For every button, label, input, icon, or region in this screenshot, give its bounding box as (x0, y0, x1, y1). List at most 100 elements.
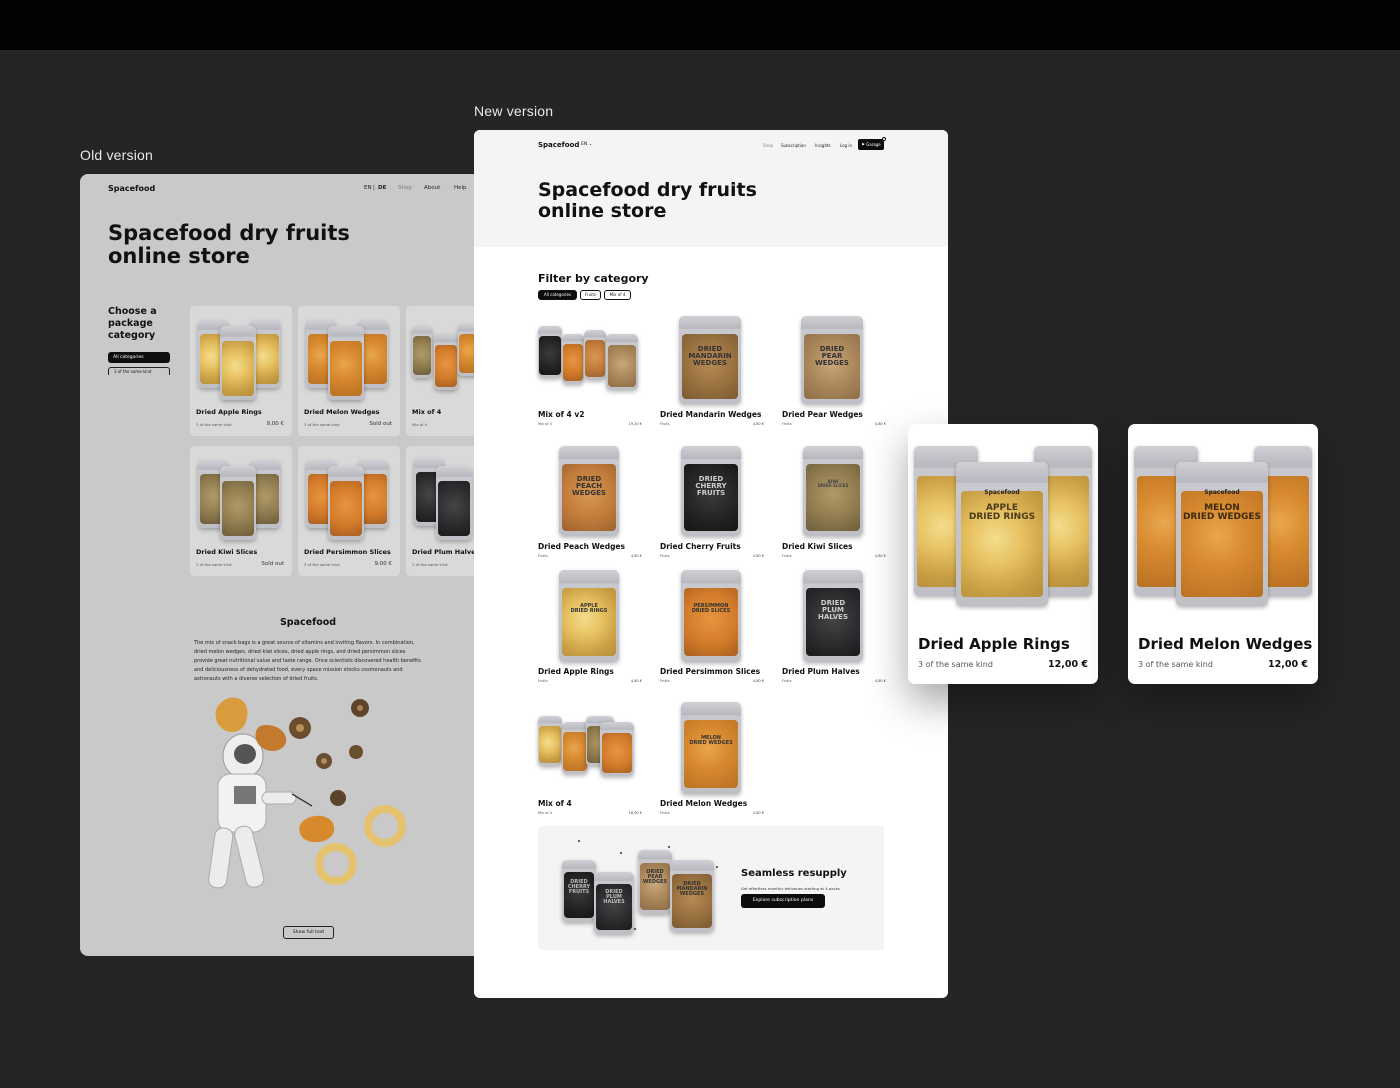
new-brand-logo[interactable]: Spacefood (538, 141, 579, 149)
new-lang-select[interactable]: EN ⌄ (581, 142, 592, 147)
new-nav-subscription[interactable]: Subscription (781, 143, 806, 148)
product-bag-image: DRIED PLUM HALVES (594, 872, 634, 934)
old-choose-category: Choose a package category (108, 306, 157, 341)
new-product-price: 4,80 € (874, 554, 886, 558)
flag-icon: ⚑ (861, 142, 865, 147)
product-bag-image (328, 326, 364, 400)
new-product-name: Dried Persimmon Slices (660, 667, 761, 676)
old-product-sub: 3 of the same kind (304, 422, 340, 427)
product-bag-image: DRIED PEAR WEDGES (638, 850, 672, 914)
star-icon (716, 866, 718, 868)
old-lang-en[interactable]: EN (364, 185, 372, 191)
explore-subscription-button[interactable]: Explore subscription plans (741, 894, 825, 908)
new-product-card[interactable]: DRIED CHERRY FRUITS Dried Cherry Fruits … (660, 446, 764, 558)
bag-label: PERSIMMON DRIED SLICES (691, 603, 731, 614)
product-bag-image: DRIED CHERRY FRUITS (562, 860, 596, 922)
old-product-card[interactable]: Mix of 4 Mix of 4 (406, 306, 474, 436)
new-product-name: Dried Melon Wedges (660, 799, 748, 808)
old-product-card[interactable]: Dried Apple Rings 3 of the same kind 9,0… (190, 306, 292, 436)
new-product-price: 4,80 € (752, 811, 764, 815)
featured-product-name: Dried Melon Wedges (1138, 635, 1313, 653)
caption-old-version: Old version (80, 147, 154, 163)
top-black-bar (0, 0, 1400, 50)
bag-label: APPLE DRIED RINGS (968, 503, 1036, 522)
old-product-price: 9,00 € (374, 561, 393, 567)
old-product-sub: 3 of the same kind (304, 562, 340, 567)
product-bag-image (600, 722, 634, 776)
new-product-sub: Fruits (782, 422, 792, 426)
new-filter-mix[interactable]: Mix of 4 (604, 290, 631, 300)
resupply-title: Seamless resupply (741, 868, 847, 879)
old-nav-about[interactable]: About (424, 185, 440, 191)
star-icon (578, 840, 580, 842)
product-bag-image: Spacefood MELON DRIED WEDGES (1176, 462, 1268, 606)
new-filter-title: Filter by category (538, 272, 649, 285)
new-product-price: 4,80 € (752, 679, 764, 683)
old-nav-shop[interactable]: Shop (398, 185, 412, 191)
product-bag-image: MELON DRIED WEDGES (681, 702, 741, 794)
old-product-card[interactable]: Dried Persimmon Slices 3 of the same kin… (298, 446, 400, 576)
product-bag-image (328, 466, 364, 540)
old-lang-sep: | (373, 185, 375, 191)
product-bag-image (606, 334, 638, 390)
product-bag-image: DRIED MANDARIN WEDGES (670, 860, 714, 932)
new-nav-insights[interactable]: Insights (815, 143, 831, 148)
old-brand-logo[interactable]: Spacefood (108, 184, 155, 193)
product-bag-image (458, 324, 474, 376)
featured-product-price: 12,00 € (1048, 659, 1088, 670)
old-show-full-text-button[interactable]: Show full text (283, 926, 334, 939)
new-garage-button[interactable]: ⚑ Garage (858, 137, 886, 150)
new-product-name: Dried Peach Wedges (538, 542, 625, 551)
resupply-text: Get effortless monthly deliveries starti… (741, 886, 840, 891)
old-product-name: Dried Persimmon Slices (304, 548, 391, 556)
product-bag-image (434, 334, 458, 390)
featured-product-name: Dried Apple Rings (918, 635, 1070, 653)
old-product-card[interactable]: Dried Kiwi Slices 3 of the same kind Sol… (190, 446, 292, 576)
old-filter-all[interactable]: All categories (108, 352, 170, 363)
new-product-sub: Fruits (538, 554, 548, 558)
new-product-card[interactable]: PERSIMMON DRIED SLICES Dried Persimmon S… (660, 570, 764, 683)
new-product-card[interactable]: Mix of 4 Mix of 4 16,00 € (538, 702, 642, 815)
new-filter-all[interactable]: All categories (538, 290, 577, 300)
new-product-card[interactable]: Mix of 4 v2 Mix of 4 19,20 € (538, 316, 642, 428)
bag-brand: Spacefood (984, 489, 1020, 496)
old-nav-help[interactable]: Help (454, 185, 467, 191)
new-product-card[interactable]: DRIED PEACH WEDGES Dried Peach Wedges Fr… (538, 446, 642, 558)
featured-product-price: 12,00 € (1268, 659, 1308, 670)
bag-label: DRIED MANDARIN WEDGES (688, 345, 732, 367)
old-lang-de[interactable]: DE (378, 185, 386, 191)
product-bag-image: DRIED PLUM HALVES (803, 570, 863, 662)
old-product-card[interactable]: Dried Melon Wedges 3 of the same kind So… (298, 306, 400, 436)
new-product-card[interactable]: DRIED PLUM HALVES Dried Plum Halves Frui… (782, 570, 886, 683)
new-garage-label: Garage (866, 142, 881, 147)
old-product-name: Dried Apple Rings (196, 408, 262, 416)
bag-label: DRIED MANDARIN WEDGES (676, 881, 708, 897)
new-product-sub: Fruits (782, 554, 792, 558)
new-product-card[interactable]: KIWI DRIED SLICES Dried Kiwi Slices Frui… (782, 446, 886, 558)
bag-label: MELON DRIED WEDGES (689, 735, 733, 746)
old-product-card[interactable]: Dried Plum Halves 3 of the same kind (406, 446, 474, 576)
featured-product-card[interactable]: Spacefood MELON DRIED WEDGES Dried Melon… (1128, 424, 1318, 684)
featured-product-card[interactable]: Spacefood APPLE DRIED RINGS Dried Apple … (908, 424, 1098, 684)
old-product-sub: 3 of the same kind (196, 422, 232, 427)
star-icon (620, 852, 622, 854)
new-product-name: Dried Kiwi Slices (782, 542, 853, 551)
new-product-card[interactable]: MELON DRIED WEDGES Dried Melon Wedges Fr… (660, 702, 764, 815)
new-product-card[interactable]: APPLE DRIED RINGS Dried Apple Rings Frui… (538, 570, 642, 683)
new-filter-fruits[interactable]: Fruits (580, 290, 601, 300)
new-product-price: 4,80 € (630, 679, 642, 683)
new-page-title: Spacefood dry fruits online store (538, 179, 757, 222)
old-product-sub: 3 of the same kind (412, 562, 448, 567)
featured-product-sub: 3 of the same kind (918, 660, 993, 669)
product-bag-image: PERSIMMON DRIED SLICES (681, 570, 741, 662)
new-nav-shop[interactable]: Shop (763, 143, 773, 148)
product-bag-image (584, 330, 606, 380)
new-product-price: 4,80 € (630, 554, 642, 558)
new-product-name: Mix of 4 (538, 799, 572, 808)
new-product-price: 4,80 € (874, 422, 886, 426)
astronaut-illustration (208, 697, 406, 889)
new-product-card[interactable]: DRIED MANDARIN WEDGES Dried Mandarin Wed… (660, 316, 764, 428)
new-nav-login[interactable]: Log in (840, 143, 852, 148)
new-product-card[interactable]: DRIED PEAR WEDGES Dried Pear Wedges Frui… (782, 316, 886, 428)
old-filter-same-kind[interactable]: 3 of the same kind (108, 367, 170, 375)
